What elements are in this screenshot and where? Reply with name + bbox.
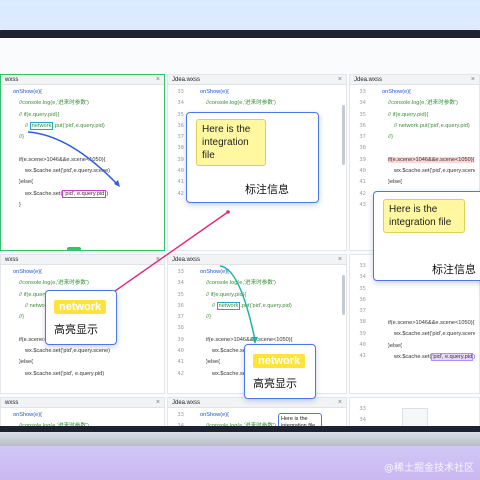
annotation-callout-2: Here is the integration file 标注信息 (373, 191, 480, 281)
annotation-caption: 标注信息 (432, 263, 476, 276)
arrowhead-teal (252, 337, 258, 344)
integration-sticky-note: Here is the integration file (196, 119, 266, 166)
arrow-magenta-dot (226, 210, 230, 214)
arrow-blue (27, 131, 119, 186)
highlight-caption: 高亮显示 (253, 377, 297, 390)
arrow-teal (219, 265, 256, 341)
network-chip: network (54, 300, 107, 314)
annotation-callout-1: Here is the integration file 标注信息 (186, 112, 319, 203)
highlight-callout-1: network 高亮显示 (45, 290, 117, 345)
arrow-magenta (104, 211, 229, 299)
network-chip: network (253, 354, 306, 368)
highlight-caption: 高亮显示 (54, 323, 98, 336)
annotation-caption: 标注信息 (245, 183, 289, 196)
watermark: @稀土掘金技术社区 (384, 463, 474, 474)
highlight-callout-2: network 高亮显示 (244, 344, 316, 399)
integration-sticky-note: Here is the integration file (383, 199, 465, 233)
